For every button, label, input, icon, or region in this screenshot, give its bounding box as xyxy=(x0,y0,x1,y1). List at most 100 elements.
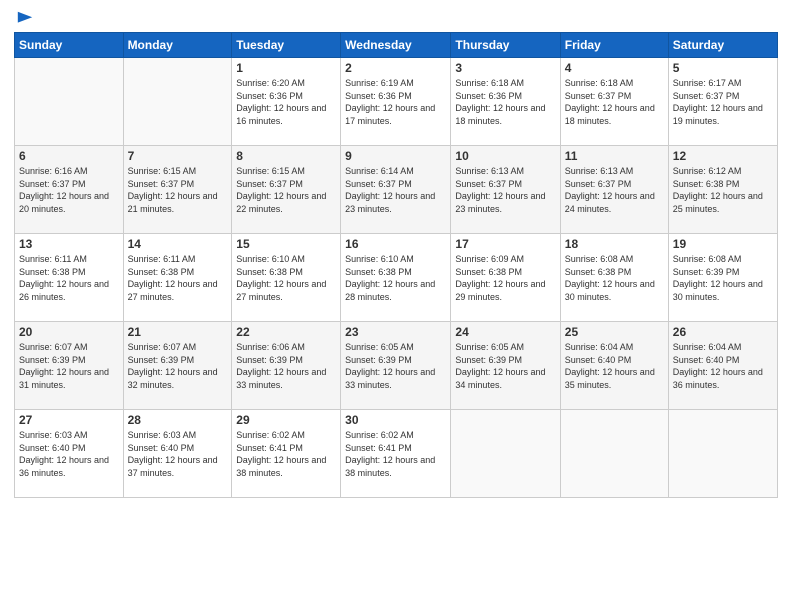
calendar-day-1: 1 Sunrise: 6:20 AMSunset: 6:36 PMDaylight… xyxy=(232,58,341,146)
day-info: Sunrise: 6:14 AMSunset: 6:37 PMDaylight:… xyxy=(345,165,446,215)
day-number: 1 xyxy=(236,61,336,75)
calendar-day-7: 7 Sunrise: 6:15 AMSunset: 6:37 PMDaylight… xyxy=(123,146,232,234)
calendar-header-tuesday: Tuesday xyxy=(232,33,341,58)
day-info: Sunrise: 6:17 AMSunset: 6:37 PMDaylight:… xyxy=(673,77,773,127)
day-number: 30 xyxy=(345,413,446,427)
calendar-day-29: 29 Sunrise: 6:02 AMSunset: 6:41 PMDayligh… xyxy=(232,410,341,498)
calendar-day-2: 2Sunrise: 6:19 AMSunset: 6:36 PMDaylight… xyxy=(341,58,451,146)
day-info: Sunrise: 6:08 AMSunset: 6:39 PMDaylight:… xyxy=(673,253,773,303)
calendar-day-20: 20 Sunrise: 6:07 AMSunset: 6:39 PMDayligh… xyxy=(15,322,124,410)
calendar-day-28: 28 Sunrise: 6:03 AMSunset: 6:40 PMDayligh… xyxy=(123,410,232,498)
day-info: Sunrise: 6:11 AMSunset: 6:38 PMDaylight:… xyxy=(128,253,228,303)
day-number: 9 xyxy=(345,149,446,163)
calendar-day-25: 25 Sunrise: 6:04 AMSunset: 6:40 PMDayligh… xyxy=(560,322,668,410)
day-info: Sunrise: 6:05 AMSunset: 6:39 PMDaylight:… xyxy=(345,341,446,391)
calendar-day-9: 9 Sunrise: 6:14 AMSunset: 6:37 PMDaylight… xyxy=(341,146,451,234)
calendar-day-6: 6Sunrise: 6:16 AMSunset: 6:37 PMDaylight… xyxy=(15,146,124,234)
calendar-header-row: SundayMondayTuesdayWednesdayThursdayFrid… xyxy=(15,33,778,58)
day-number: 8 xyxy=(236,149,336,163)
day-number: 22 xyxy=(236,325,336,339)
calendar-day-13: 13 Sunrise: 6:11 AMSunset: 6:38 PMDayligh… xyxy=(15,234,124,322)
calendar-day-21: 21 Sunrise: 6:07 AMSunset: 6:39 PMDayligh… xyxy=(123,322,232,410)
calendar-day-30: 30 Sunrise: 6:02 AMSunset: 6:41 PMDayligh… xyxy=(341,410,451,498)
day-info: Sunrise: 6:07 AMSunset: 6:39 PMDaylight:… xyxy=(19,341,119,391)
day-info: Sunrise: 6:07 AMSunset: 6:39 PMDaylight:… xyxy=(128,341,228,391)
calendar-header-friday: Friday xyxy=(560,33,668,58)
day-number: 5 xyxy=(673,61,773,75)
logo-flag-icon xyxy=(16,10,34,28)
day-number: 15 xyxy=(236,237,336,251)
day-info: Sunrise: 6:03 AMSunset: 6:40 PMDaylight:… xyxy=(19,429,119,479)
calendar-empty-cell xyxy=(560,410,668,498)
header xyxy=(14,10,778,24)
day-number: 2 xyxy=(345,61,446,75)
day-info: Sunrise: 6:06 AMSunset: 6:39 PMDaylight:… xyxy=(236,341,336,391)
calendar-day-23: 23 Sunrise: 6:05 AMSunset: 6:39 PMDayligh… xyxy=(341,322,451,410)
day-info: Sunrise: 6:12 AMSunset: 6:38 PMDaylight:… xyxy=(673,165,773,215)
day-info: Sunrise: 6:18 AMSunset: 6:36 PMDaylight:… xyxy=(455,77,555,127)
day-number: 13 xyxy=(19,237,119,251)
calendar-day-17: 17 Sunrise: 6:09 AMSunset: 6:38 PMDayligh… xyxy=(451,234,560,322)
day-number: 10 xyxy=(455,149,555,163)
page: SundayMondayTuesdayWednesdayThursdayFrid… xyxy=(0,0,792,612)
day-number: 14 xyxy=(128,237,228,251)
calendar-day-11: 11Sunrise: 6:13 AMSunset: 6:37 PMDayligh… xyxy=(560,146,668,234)
day-info: Sunrise: 6:02 AMSunset: 6:41 PMDaylight:… xyxy=(236,429,336,479)
day-number: 27 xyxy=(19,413,119,427)
day-number: 12 xyxy=(673,149,773,163)
day-number: 6 xyxy=(19,149,119,163)
day-number: 17 xyxy=(455,237,555,251)
calendar-day-10: 10 Sunrise: 6:13 AMSunset: 6:37 PMDayligh… xyxy=(451,146,560,234)
calendar-day-18: 18Sunrise: 6:08 AMSunset: 6:38 PMDayligh… xyxy=(560,234,668,322)
day-info: Sunrise: 6:10 AMSunset: 6:38 PMDaylight:… xyxy=(345,253,446,303)
calendar-header-sunday: Sunday xyxy=(15,33,124,58)
day-info: Sunrise: 6:04 AMSunset: 6:40 PMDaylight:… xyxy=(565,341,664,391)
day-number: 25 xyxy=(565,325,664,339)
day-info: Sunrise: 6:15 AMSunset: 6:37 PMDaylight:… xyxy=(236,165,336,215)
calendar-day-5: 5 Sunrise: 6:17 AMSunset: 6:37 PMDaylight… xyxy=(668,58,777,146)
calendar-week-row: 13 Sunrise: 6:11 AMSunset: 6:38 PMDayligh… xyxy=(15,234,778,322)
calendar-empty-cell xyxy=(668,410,777,498)
day-info: Sunrise: 6:11 AMSunset: 6:38 PMDaylight:… xyxy=(19,253,119,303)
day-info: Sunrise: 6:10 AMSunset: 6:38 PMDaylight:… xyxy=(236,253,336,303)
logo xyxy=(14,10,34,24)
calendar-day-27: 27 Sunrise: 6:03 AMSunset: 6:40 PMDayligh… xyxy=(15,410,124,498)
day-info: Sunrise: 6:20 AMSunset: 6:36 PMDaylight:… xyxy=(236,77,336,127)
calendar-header-wednesday: Wednesday xyxy=(341,33,451,58)
calendar-header-thursday: Thursday xyxy=(451,33,560,58)
calendar-week-row: 20 Sunrise: 6:07 AMSunset: 6:39 PMDayligh… xyxy=(15,322,778,410)
calendar-day-8: 8 Sunrise: 6:15 AMSunset: 6:37 PMDaylight… xyxy=(232,146,341,234)
calendar-empty-cell xyxy=(123,58,232,146)
day-info: Sunrise: 6:13 AMSunset: 6:37 PMDaylight:… xyxy=(565,165,664,215)
calendar-day-15: 15 Sunrise: 6:10 AMSunset: 6:38 PMDayligh… xyxy=(232,234,341,322)
day-number: 29 xyxy=(236,413,336,427)
day-number: 23 xyxy=(345,325,446,339)
day-number: 28 xyxy=(128,413,228,427)
calendar-day-19: 19 Sunrise: 6:08 AMSunset: 6:39 PMDayligh… xyxy=(668,234,777,322)
day-info: Sunrise: 6:02 AMSunset: 6:41 PMDaylight:… xyxy=(345,429,446,479)
calendar-week-row: 27 Sunrise: 6:03 AMSunset: 6:40 PMDayligh… xyxy=(15,410,778,498)
day-number: 7 xyxy=(128,149,228,163)
calendar-day-3: 3 Sunrise: 6:18 AMSunset: 6:36 PMDaylight… xyxy=(451,58,560,146)
day-number: 19 xyxy=(673,237,773,251)
day-info: Sunrise: 6:13 AMSunset: 6:37 PMDaylight:… xyxy=(455,165,555,215)
calendar-day-14: 14 Sunrise: 6:11 AMSunset: 6:38 PMDayligh… xyxy=(123,234,232,322)
calendar-week-row: 6Sunrise: 6:16 AMSunset: 6:37 PMDaylight… xyxy=(15,146,778,234)
day-number: 4 xyxy=(565,61,664,75)
day-number: 3 xyxy=(455,61,555,75)
day-number: 21 xyxy=(128,325,228,339)
calendar-day-12: 12 Sunrise: 6:12 AMSunset: 6:38 PMDayligh… xyxy=(668,146,777,234)
day-number: 18 xyxy=(565,237,664,251)
calendar-day-26: 26Sunrise: 6:04 AMSunset: 6:40 PMDayligh… xyxy=(668,322,777,410)
day-info: Sunrise: 6:05 AMSunset: 6:39 PMDaylight:… xyxy=(455,341,555,391)
calendar-week-row: 1 Sunrise: 6:20 AMSunset: 6:36 PMDaylight… xyxy=(15,58,778,146)
day-info: Sunrise: 6:03 AMSunset: 6:40 PMDaylight:… xyxy=(128,429,228,479)
day-number: 16 xyxy=(345,237,446,251)
day-number: 20 xyxy=(19,325,119,339)
day-info: Sunrise: 6:04 AMSunset: 6:40 PMDaylight:… xyxy=(673,341,773,391)
day-info: Sunrise: 6:09 AMSunset: 6:38 PMDaylight:… xyxy=(455,253,555,303)
day-info: Sunrise: 6:15 AMSunset: 6:37 PMDaylight:… xyxy=(128,165,228,215)
calendar: SundayMondayTuesdayWednesdayThursdayFrid… xyxy=(14,32,778,498)
calendar-day-16: 16 Sunrise: 6:10 AMSunset: 6:38 PMDayligh… xyxy=(341,234,451,322)
day-number: 24 xyxy=(455,325,555,339)
